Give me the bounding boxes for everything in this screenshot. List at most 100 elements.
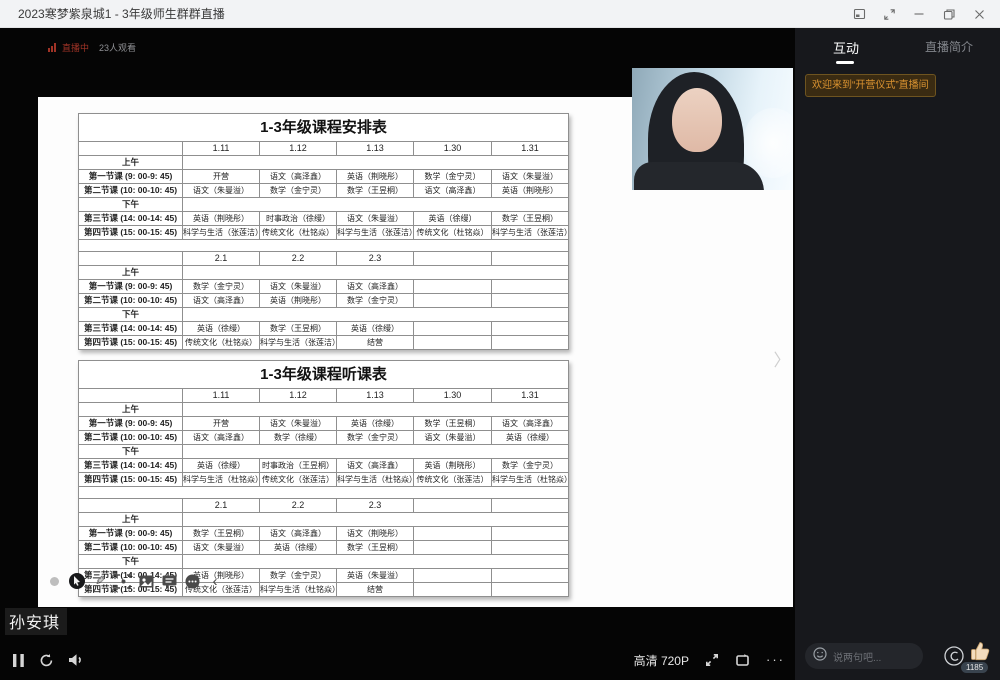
corner-cell [79, 142, 183, 156]
chat-input[interactable]: 说两句吧... [805, 643, 923, 669]
period-label-cell: 下午 [79, 308, 183, 322]
corner-cell [79, 252, 183, 266]
schedule-cell: 数学（金宁灵） [183, 280, 260, 294]
schedule-cell: 语文（高泽鑫） [492, 417, 569, 431]
period-label-cell: 上午 [79, 513, 183, 527]
laser-dot-icon[interactable] [46, 573, 62, 589]
comment-icon [162, 575, 177, 588]
schedule-cell: 英语（徐缦） [183, 322, 260, 336]
period-label-cell: 下午 [79, 198, 183, 212]
pause-icon [12, 653, 25, 668]
schedule-cell: 英语（荆晓彤） [183, 212, 260, 226]
schedule-cell: 数学（王昱桐） [337, 541, 414, 555]
pen-tool-button[interactable]: ✎ [92, 573, 108, 589]
volume-button[interactable] [68, 653, 85, 667]
whiteboard-tool-button[interactable] [138, 573, 154, 589]
schedule-cell: 科学与生活（杜铭焱） [183, 473, 260, 487]
title-bar: 2023寒梦紫泉城1 - 3年级师生群群直播 [0, 0, 1000, 28]
schedule-cell: 数学（王昱桐） [492, 212, 569, 226]
schedule-table: 1-3年级课程听课表1.111.121.131.301.31上午第一节课 (9:… [78, 360, 569, 597]
schedule-cell: 语文（朱曼溢） [492, 170, 569, 184]
schedule-cell: 数学（王昱桐） [183, 527, 260, 541]
schedule-cell: 英语（徐缦） [260, 541, 337, 555]
schedule-cell: 数学（王昱桐） [414, 417, 492, 431]
schedule-cell [414, 294, 492, 308]
fullscreen-button[interactable] [874, 0, 904, 28]
date-header-cell: 1.31 [492, 142, 569, 156]
divider-cell [183, 555, 569, 569]
schedule-cell: 数学（金宁灵） [260, 184, 337, 198]
date-header-cell [414, 252, 492, 266]
mini-window-button[interactable] [735, 653, 750, 667]
more-tools-button[interactable] [184, 573, 200, 589]
date-header-cell [492, 252, 569, 266]
panel-tabs: 互动 直播简介 [795, 28, 1000, 66]
schedule-cell: 语文（荆晓彤） [337, 527, 414, 541]
more-options-button[interactable]: ··· [766, 655, 785, 665]
schedule-cell [414, 336, 492, 350]
presenter-webcam[interactable] [632, 68, 793, 190]
emoji-icon[interactable] [813, 647, 827, 666]
refresh-button[interactable] [39, 653, 54, 668]
panel-toggle-handle[interactable]: 〉 [772, 341, 792, 375]
date-header-cell: 1.12 [260, 142, 337, 156]
period-label-cell: 下午 [79, 445, 183, 459]
schedule-cell: 开营 [183, 170, 260, 184]
widget-panel-button[interactable] [844, 0, 874, 28]
app-area: 直播中 23人观看 1-3年级课程安排表1.111.121.131.301.31… [0, 28, 1000, 680]
period-label-cell: 上午 [79, 266, 183, 280]
date-header-cell: 1.13 [337, 389, 414, 403]
schedule-cell [492, 336, 569, 350]
date-header-cell: 2.2 [260, 252, 337, 266]
schedule-cell: 英语（朱曼溢） [337, 569, 414, 583]
capture-icon [116, 574, 131, 589]
schedule-cell: 传统文化（张莲洁） [414, 473, 492, 487]
pause-button[interactable] [12, 653, 25, 668]
close-button[interactable] [964, 0, 994, 28]
schedule-cell: 英语（徐缦） [414, 212, 492, 226]
minimize-button[interactable] [904, 0, 934, 28]
date-header-cell: 1.30 [414, 142, 492, 156]
presenter-face [672, 88, 722, 152]
refresh-icon [39, 653, 54, 668]
period-label-cell: 第二节课 (10: 00-10: 45) [79, 294, 183, 308]
schedule-cell [492, 527, 569, 541]
live-signal-icon [48, 43, 56, 52]
schedule-cell: 语文（高泽鑫） [260, 170, 337, 184]
schedule-cell: 数学（金宁灵） [337, 431, 414, 445]
period-label-cell: 第一节课 (9: 00-9: 45) [79, 527, 183, 541]
widget-panel-icon [853, 8, 866, 20]
restore-button[interactable] [934, 0, 964, 28]
divider-cell [183, 403, 569, 417]
period-label-cell: 第二节课 (10: 00-10: 45) [79, 541, 183, 555]
schedule-cell: 科学与生活（张莲洁） [337, 226, 414, 240]
schedule-cell: 语文（朱曼溢） [260, 417, 337, 431]
annotation-toolbar: ✎ ‹ [46, 573, 223, 589]
capture-tool-button[interactable] [115, 573, 131, 589]
live-label: 直播中 [62, 41, 89, 54]
stage-fullscreen-button[interactable] [705, 653, 719, 667]
quality-selector[interactable]: 高清 720P [634, 652, 689, 669]
presenter-name-overlay: 孙安琪 [5, 608, 67, 635]
period-label-cell: 第三节课 (14: 00-14: 45) [79, 459, 183, 473]
schedule-table: 1-3年级课程安排表1.111.121.131.301.31上午第一节课 (9:… [78, 113, 569, 350]
date-header-cell: 2.1 [183, 499, 260, 513]
period-label-cell: 第四节课 (15: 00-15: 45) [79, 336, 183, 350]
whiteboard-icon [139, 575, 154, 588]
comment-tool-button[interactable] [161, 573, 177, 589]
toolbar-collapse-button[interactable]: ‹ [207, 573, 223, 589]
schedule-cell [414, 280, 492, 294]
cursor-tool-button[interactable] [69, 573, 85, 589]
date-header-cell [414, 499, 492, 513]
schedule-cell: 英语（荆晓彤） [337, 170, 414, 184]
section-spacer [79, 240, 569, 252]
tab-interact[interactable]: 互动 [833, 38, 859, 57]
period-label-cell: 第二节课 (10: 00-10: 45) [79, 184, 183, 198]
schedule-cell [492, 541, 569, 555]
thumbs-up-icon [967, 638, 993, 664]
tab-live-intro[interactable]: 直播简介 [925, 38, 973, 55]
date-header-cell: 2.2 [260, 499, 337, 513]
divider-cell [183, 198, 569, 212]
schedule-cell: 语文（朱曼溢） [260, 280, 337, 294]
period-label-cell: 第一节课 (9: 00-9: 45) [79, 170, 183, 184]
